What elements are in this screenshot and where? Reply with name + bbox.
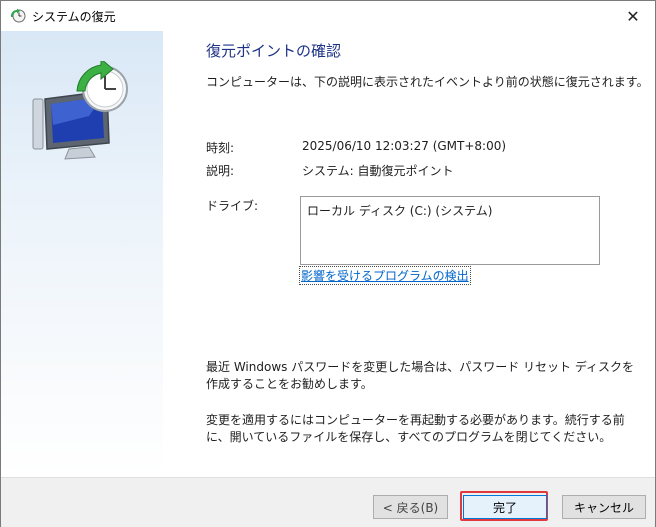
restart-note: 変更を適用するにはコンピューターを再起動する必要があります。続行する前に、開いて… [206, 413, 625, 444]
list-item: ローカル ディスク (C:) (システム) [307, 204, 493, 218]
cancel-button[interactable]: キャンセル [562, 495, 646, 519]
time-value: 2025/06/10 12:03:27 (GMT+8:00) [302, 139, 507, 153]
description-label: 説明: [206, 164, 235, 178]
time-label: 時刻: [206, 141, 235, 155]
close-button[interactable]: ✕ [611, 1, 655, 31]
content-panel: 復元ポイントの確認 コンピューターは、下の説明に表示されたイベントより前の状態に… [164, 31, 655, 477]
system-restore-window: システムの復元 ✕ 復元ポイントの確認 コンピューターは、下の説明に表示されたイ… [0, 0, 656, 527]
title-bar: システムの復元 ✕ [1, 1, 655, 31]
system-restore-computer-icon [32, 61, 128, 160]
description-value: システム: 自動復元ポイント [302, 164, 454, 178]
side-panel [1, 31, 163, 477]
close-icon: ✕ [626, 6, 640, 26]
password-note: 最近 Windows パスワードを変更した場合は、パスワード リセット ディスク… [206, 360, 634, 391]
finish-button[interactable]: 完了 [463, 495, 547, 519]
button-bar: < 戻る(B) 完了 キャンセル [1, 477, 655, 527]
drives-label: ドライブ: [206, 199, 259, 213]
back-button[interactable]: < 戻る(B) [373, 495, 448, 519]
page-title: 復元ポイントの確認 [206, 42, 342, 60]
scan-affected-programs-link[interactable]: 影響を受けるプログラムの検出 [299, 266, 471, 285]
window-title: システムの復元 [32, 10, 116, 24]
intro-text: コンピューターは、下の説明に表示されたイベントより前の状態に復元されます。 [206, 75, 649, 89]
system-restore-icon [10, 8, 26, 23]
drives-list[interactable]: ローカル ディスク (C:) (システム) [300, 196, 600, 265]
